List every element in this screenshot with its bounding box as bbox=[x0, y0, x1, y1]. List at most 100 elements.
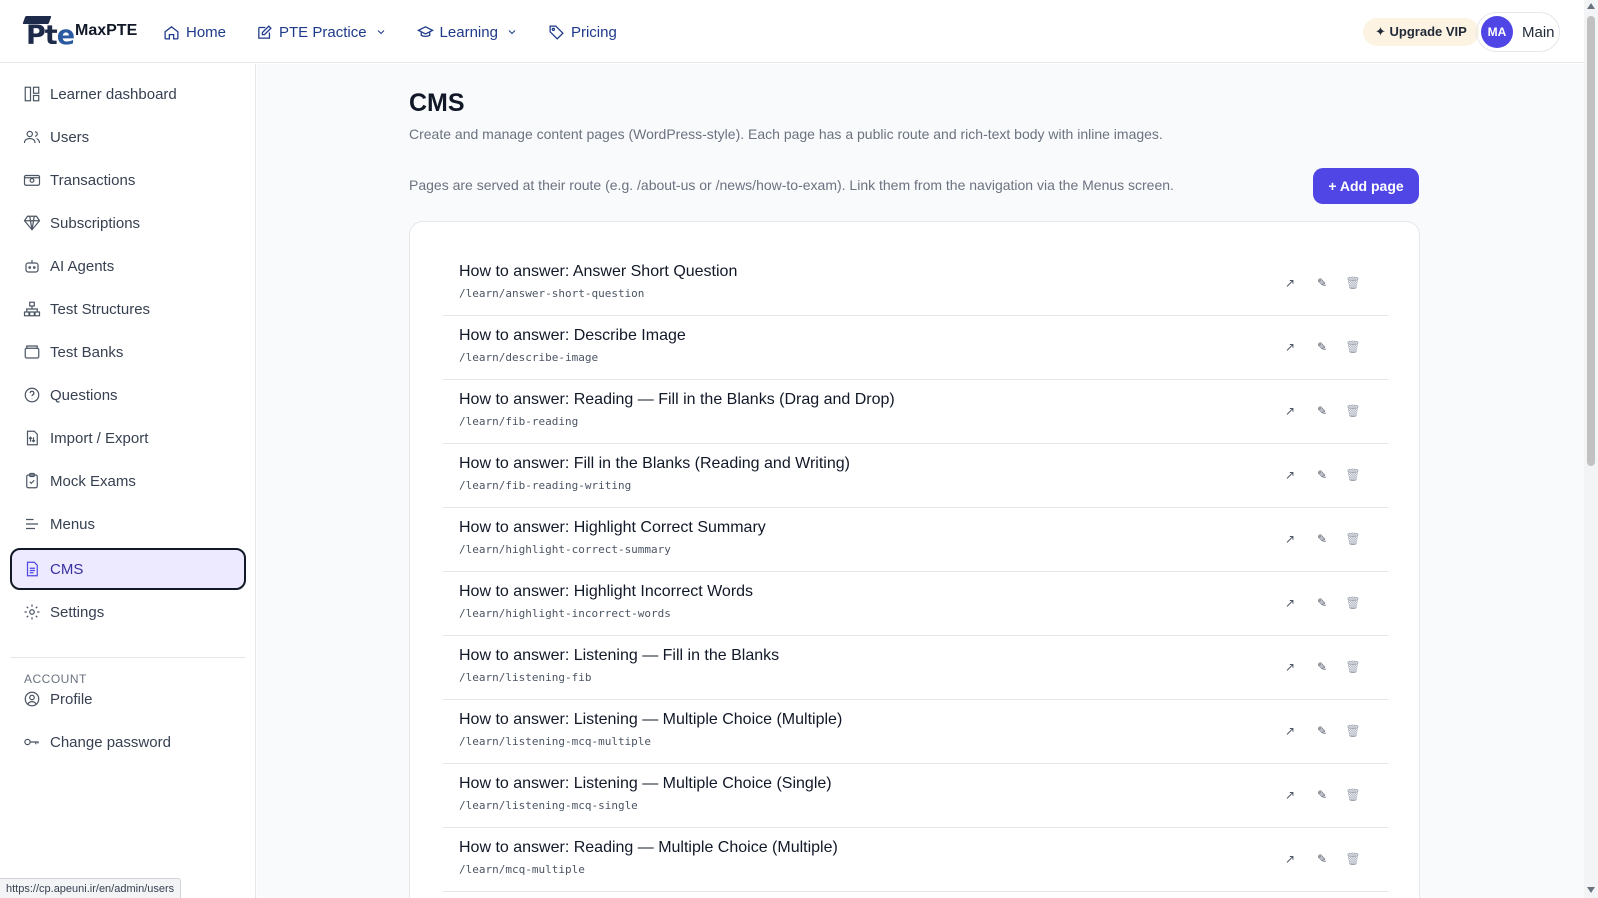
nav-pricing-label: Pricing bbox=[570, 23, 617, 41]
sidebar-item-test-structures[interactable]: Test Structures bbox=[10, 289, 246, 329]
sidebar-item-subscriptions[interactable]: Subscriptions bbox=[10, 203, 246, 243]
open-external-icon[interactable]: ↗ bbox=[1282, 275, 1298, 291]
trash-icon[interactable]: 🗑 bbox=[1345, 467, 1361, 483]
open-external-icon[interactable]: ↗ bbox=[1282, 595, 1298, 611]
nav-learning-label: Learning bbox=[439, 23, 498, 41]
pencil-icon[interactable]: ✎ bbox=[1314, 787, 1330, 803]
sidebar-item-label: Test Banks bbox=[50, 343, 124, 361]
open-external-icon[interactable]: ↗ bbox=[1282, 851, 1298, 867]
page-row-title[interactable]: How to answer: Highlight Incorrect Words bbox=[459, 583, 753, 601]
sidebar-item-label: Test Structures bbox=[50, 300, 151, 318]
money-icon bbox=[23, 174, 41, 186]
page-row-route: /learn/fib-reading bbox=[459, 415, 579, 428]
trash-icon[interactable]: 🗑 bbox=[1345, 275, 1361, 291]
pencil-icon[interactable]: ✎ bbox=[1314, 275, 1330, 291]
main-content: CMS Create and manage content pages (Wor… bbox=[257, 64, 1584, 898]
page-row: How to answer: Reading — Fill in the Bla… bbox=[443, 379, 1388, 444]
scroll-thumb[interactable] bbox=[1587, 16, 1595, 466]
upgrade-vip-button[interactable]: ✦ Upgrade VIP bbox=[1363, 18, 1479, 46]
page-row-title[interactable]: How to answer: Reading — Fill in the Bla… bbox=[459, 391, 895, 409]
page-row-route: /learn/listening-fib bbox=[459, 671, 592, 684]
page-title: CMS bbox=[409, 89, 465, 117]
sidebar-item-menus[interactable]: Menus bbox=[10, 504, 246, 544]
sidebar-item-label: Learner dashboard bbox=[50, 85, 177, 103]
sidebar-item-learner-dashboard[interactable]: Learner dashboard bbox=[10, 74, 246, 114]
nav-learning[interactable]: Learning bbox=[416, 20, 518, 44]
page-row: How to answer: Listening — Multiple Choi… bbox=[443, 699, 1388, 764]
trash-icon[interactable]: 🗑 bbox=[1345, 339, 1361, 355]
brand-logo[interactable]: Pte MaxPTE bbox=[22, 14, 137, 51]
sidebar-item-cms[interactable]: CMS bbox=[10, 548, 246, 590]
home-icon bbox=[164, 25, 179, 40]
open-external-icon[interactable]: ↗ bbox=[1282, 531, 1298, 547]
open-external-icon[interactable]: ↗ bbox=[1282, 659, 1298, 675]
users-icon bbox=[23, 130, 41, 144]
sidebar-item-import-export[interactable]: Import / Export bbox=[10, 418, 246, 458]
pencil-icon[interactable]: ✎ bbox=[1314, 531, 1330, 547]
add-page-button[interactable]: + Add page bbox=[1313, 168, 1419, 204]
pencil-icon[interactable]: ✎ bbox=[1314, 595, 1330, 611]
page-row-title[interactable]: How to answer: Listening — Multiple Choi… bbox=[459, 711, 842, 729]
user-circle-icon bbox=[24, 691, 40, 707]
pencil-icon[interactable]: ✎ bbox=[1314, 851, 1330, 867]
sidebar-item-label: Questions bbox=[50, 386, 118, 404]
trash-icon[interactable]: 🗑 bbox=[1345, 723, 1361, 739]
page-row-title[interactable]: How to answer: Highlight Correct Summary bbox=[459, 519, 766, 537]
menu-lines-icon bbox=[26, 518, 38, 530]
page-row-title[interactable]: How to answer: Reading — Multiple Choice… bbox=[459, 839, 838, 857]
page-row-route: /learn/listening-mcq-single bbox=[459, 799, 638, 812]
page-row-title[interactable]: How to answer: Listening — Multiple Choi… bbox=[459, 775, 832, 793]
nav-pricing[interactable]: Pricing bbox=[548, 20, 617, 44]
open-external-icon[interactable]: ↗ bbox=[1282, 787, 1298, 803]
trash-icon[interactable]: 🗑 bbox=[1345, 595, 1361, 611]
trash-icon[interactable]: 🗑 bbox=[1345, 531, 1361, 547]
pencil-icon[interactable]: ✎ bbox=[1314, 339, 1330, 355]
page-row-title[interactable]: How to answer: Describe Image bbox=[459, 327, 686, 345]
pencil-icon[interactable]: ✎ bbox=[1314, 403, 1330, 419]
trash-icon[interactable]: 🗑 bbox=[1345, 787, 1361, 803]
page-row-title[interactable]: How to answer: Listening — Fill in the B… bbox=[459, 647, 779, 665]
sidebar-item-label: Import / Export bbox=[50, 429, 149, 447]
pencil-icon[interactable]: ✎ bbox=[1314, 467, 1330, 483]
sidebar-item-change-password[interactable]: Change password bbox=[10, 722, 246, 762]
open-external-icon[interactable]: ↗ bbox=[1282, 467, 1298, 483]
pte-logo-icon: Pte bbox=[22, 14, 75, 51]
nav-home[interactable]: Home bbox=[163, 20, 226, 44]
sidebar-item-transactions[interactable]: Transactions bbox=[10, 160, 246, 200]
trash-icon[interactable]: 🗑 bbox=[1345, 659, 1361, 675]
open-external-icon[interactable]: ↗ bbox=[1282, 339, 1298, 355]
sidebar-item-test-banks[interactable]: Test Banks bbox=[10, 332, 246, 372]
page-row-route: /learn/listening-mcq-multiple bbox=[459, 735, 652, 748]
sidebar-item-settings[interactable]: Settings bbox=[10, 592, 246, 632]
trash-icon[interactable]: 🗑 bbox=[1345, 403, 1361, 419]
scroll-up-arrow[interactable] bbox=[1587, 3, 1595, 9]
scroll-down-arrow[interactable] bbox=[1587, 887, 1595, 893]
page-subtitle: Create and manage content pages (WordPre… bbox=[409, 126, 1163, 142]
page-row: How to answer: Fill in the Blanks (Readi… bbox=[443, 443, 1388, 508]
sidebar-item-label: AI Agents bbox=[50, 257, 115, 275]
user-menu-button[interactable]: MA Main bbox=[1476, 12, 1560, 52]
open-external-icon[interactable]: ↗ bbox=[1282, 403, 1298, 419]
pencil-icon[interactable]: ✎ bbox=[1314, 723, 1330, 739]
page-row-title[interactable]: How to answer: Answer Short Question bbox=[459, 263, 737, 281]
trash-icon[interactable]: 🗑 bbox=[1345, 851, 1361, 867]
sidebar-item-ai-agents[interactable]: AI Agents bbox=[10, 246, 246, 286]
layout-icon bbox=[24, 86, 40, 102]
sidebar-item-questions[interactable]: Questions bbox=[10, 375, 246, 415]
page-row: How to answer: Listening — Multiple Choi… bbox=[443, 763, 1388, 828]
sidebar-item-profile[interactable]: Profile bbox=[10, 679, 246, 719]
page-row-route: /learn/highlight-correct-summary bbox=[459, 543, 671, 556]
sidebar-item-users[interactable]: Users bbox=[10, 117, 246, 157]
avatar: MA bbox=[1481, 16, 1513, 48]
sidebar-divider bbox=[10, 657, 246, 658]
sidebar-item-mock-exams[interactable]: Mock Exams bbox=[10, 461, 246, 501]
sidebar-item-label: Users bbox=[50, 128, 90, 146]
hierarchy-icon bbox=[23, 301, 41, 317]
page-row-title[interactable]: How to answer: Fill in the Blanks (Readi… bbox=[459, 455, 850, 473]
pencil-icon[interactable]: ✎ bbox=[1314, 659, 1330, 675]
page-scrollbar[interactable] bbox=[1584, 0, 1598, 898]
graduation-cap-icon bbox=[416, 25, 434, 37]
open-external-icon[interactable]: ↗ bbox=[1282, 723, 1298, 739]
nav-practice-label: PTE Practice bbox=[279, 23, 367, 41]
nav-pte-practice[interactable]: PTE Practice bbox=[256, 20, 387, 44]
